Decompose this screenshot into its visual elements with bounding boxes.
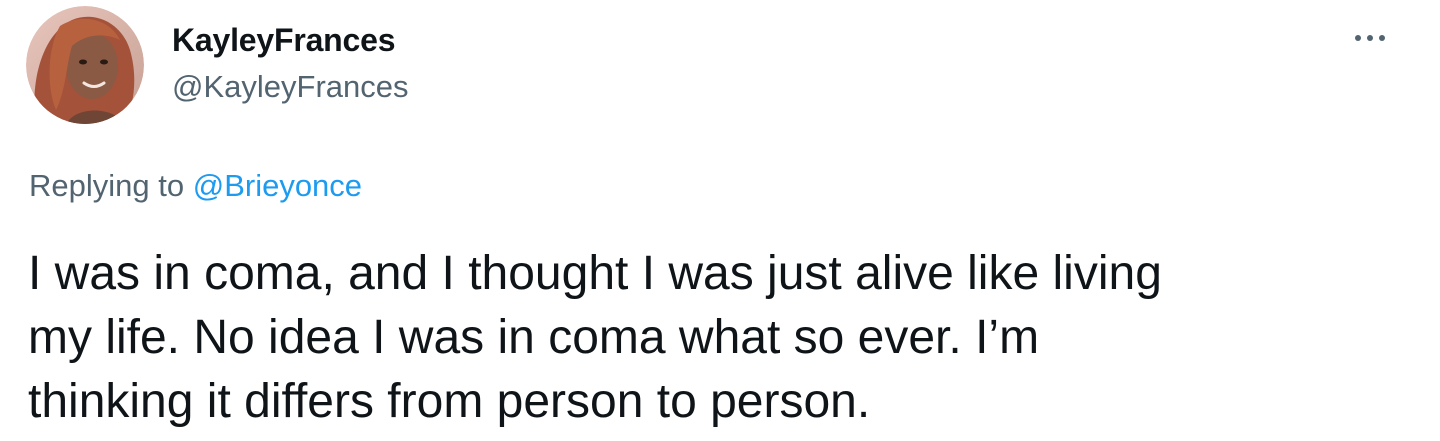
- more-horizontal-icon: [1355, 35, 1361, 41]
- replying-to-line: Replying to @Brieyonce: [29, 166, 362, 206]
- more-horizontal-icon-dot: [1379, 35, 1385, 41]
- more-horizontal-icon-dot: [1367, 35, 1373, 41]
- author-handle[interactable]: @KayleyFrances: [172, 67, 409, 107]
- tweet-text-line: I was in coma, and I thought I was just …: [28, 247, 1162, 300]
- tweet: KayleyFrances @KayleyFrances Replying to…: [0, 0, 1440, 441]
- avatar[interactable]: [26, 6, 144, 124]
- tweet-text: I was in coma, and I thought I was just …: [28, 242, 1388, 434]
- author-display-name[interactable]: KayleyFrances: [172, 20, 409, 60]
- tweet-text-line: my life. No idea I was in coma what so e…: [28, 311, 1040, 364]
- tweet-text-line: thinking it differs from person to perso…: [28, 375, 871, 428]
- more-options-button[interactable]: [1344, 20, 1396, 56]
- author-info: KayleyFrances @KayleyFrances: [172, 20, 409, 107]
- replying-to-label: Replying to: [29, 168, 193, 203]
- reply-to-handle-link[interactable]: @Brieyonce: [193, 168, 362, 203]
